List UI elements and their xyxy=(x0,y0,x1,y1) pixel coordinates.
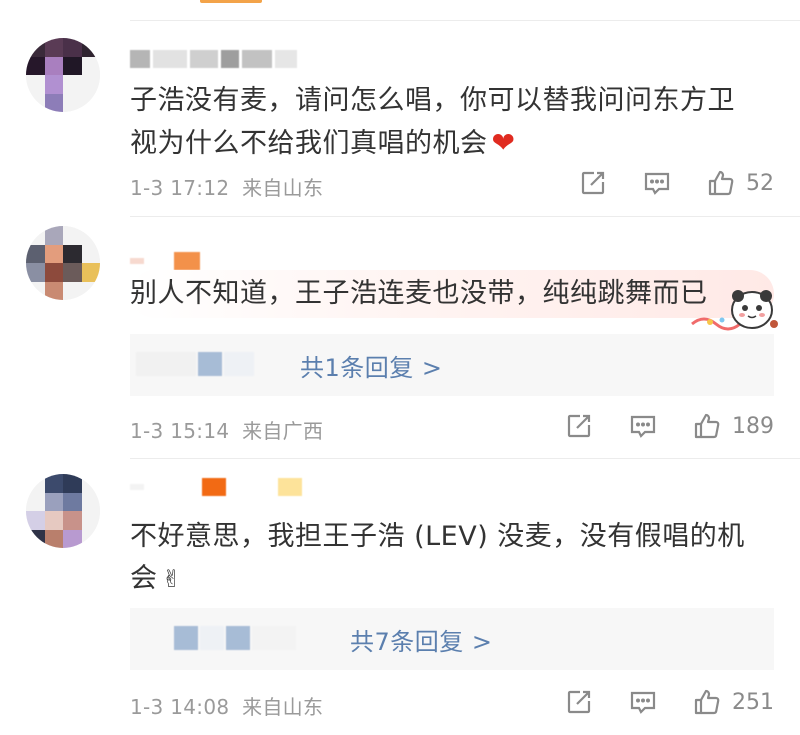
avatar[interactable] xyxy=(26,474,100,548)
comment-time: 17:12 xyxy=(170,176,230,200)
previous-item-edge xyxy=(200,0,262,3)
comment-date: 1-3 xyxy=(130,176,164,200)
highlighted-comment: 别人不知道，王子浩连麦也没带，纯纯跳舞而已 xyxy=(130,270,778,331)
divider xyxy=(130,458,800,459)
forward-icon[interactable] xyxy=(564,411,594,441)
comment-icon[interactable] xyxy=(642,168,672,198)
comment-text: 子浩没有麦，请问怎么唱，你可以替我问问东方卫 视为什么不给我们真唱的机会 ❤ xyxy=(130,80,760,165)
like-button[interactable]: 251 xyxy=(692,687,774,717)
thumb-up-icon xyxy=(694,413,720,439)
comment-meta: 1-3 17:12 来自山东 xyxy=(130,172,323,201)
comment-text: 不好意思，我担王子浩 (LEV) 没麦，没有假唱的机 会 ✌ xyxy=(130,516,760,600)
victory-hand-emoji: ✌ xyxy=(161,565,183,593)
username-obscured[interactable] xyxy=(130,476,302,498)
comment-date: 1-3 xyxy=(130,419,164,443)
comment-location: 来自山东 xyxy=(242,176,324,200)
comment-actions: 251 xyxy=(564,687,774,717)
comment-meta: 1-3 15:14 来自广西 xyxy=(130,415,323,444)
avatar[interactable] xyxy=(26,226,100,300)
comment-location: 来自山东 xyxy=(242,695,324,719)
reply-summary[interactable]: 共7条回复 > xyxy=(130,608,774,670)
replier-obscured xyxy=(174,626,296,652)
forward-icon[interactable] xyxy=(564,687,594,717)
heart-emoji: ❤ xyxy=(491,126,516,159)
reply-summary[interactable]: 共1条回复 > xyxy=(130,334,774,396)
like-button[interactable]: 189 xyxy=(692,411,774,441)
username-obscured[interactable] xyxy=(130,48,297,70)
username-obscured[interactable] xyxy=(130,250,200,272)
like-button[interactable]: 52 xyxy=(706,168,774,198)
comment-text: 别人不知道，王子浩连麦也没带，纯纯跳舞而已 xyxy=(130,278,708,309)
replier-obscured xyxy=(136,352,254,378)
forward-icon[interactable] xyxy=(578,168,608,198)
comment-date: 1-3 xyxy=(130,695,164,719)
reply-count-link[interactable]: 共7条回复 > xyxy=(350,622,493,657)
comment-icon[interactable] xyxy=(628,411,658,441)
like-count: 52 xyxy=(746,170,774,196)
like-count: 189 xyxy=(732,413,774,439)
thumb-up-icon xyxy=(708,170,734,196)
comment-actions: 52 xyxy=(578,168,774,198)
comment-icon[interactable] xyxy=(628,687,658,717)
divider xyxy=(130,216,800,217)
comment-meta: 1-3 14:08 来自山东 xyxy=(130,691,323,720)
avatar[interactable] xyxy=(26,38,100,112)
comment-actions: 189 xyxy=(564,411,774,441)
comment-time: 14:08 xyxy=(170,695,230,719)
like-count: 251 xyxy=(732,689,774,715)
thumb-up-icon xyxy=(694,689,720,715)
comment-location: 来自广西 xyxy=(242,419,324,443)
comment-time: 15:14 xyxy=(170,419,230,443)
divider xyxy=(130,20,800,21)
reply-count-link[interactable]: 共1条回复 > xyxy=(300,348,443,383)
